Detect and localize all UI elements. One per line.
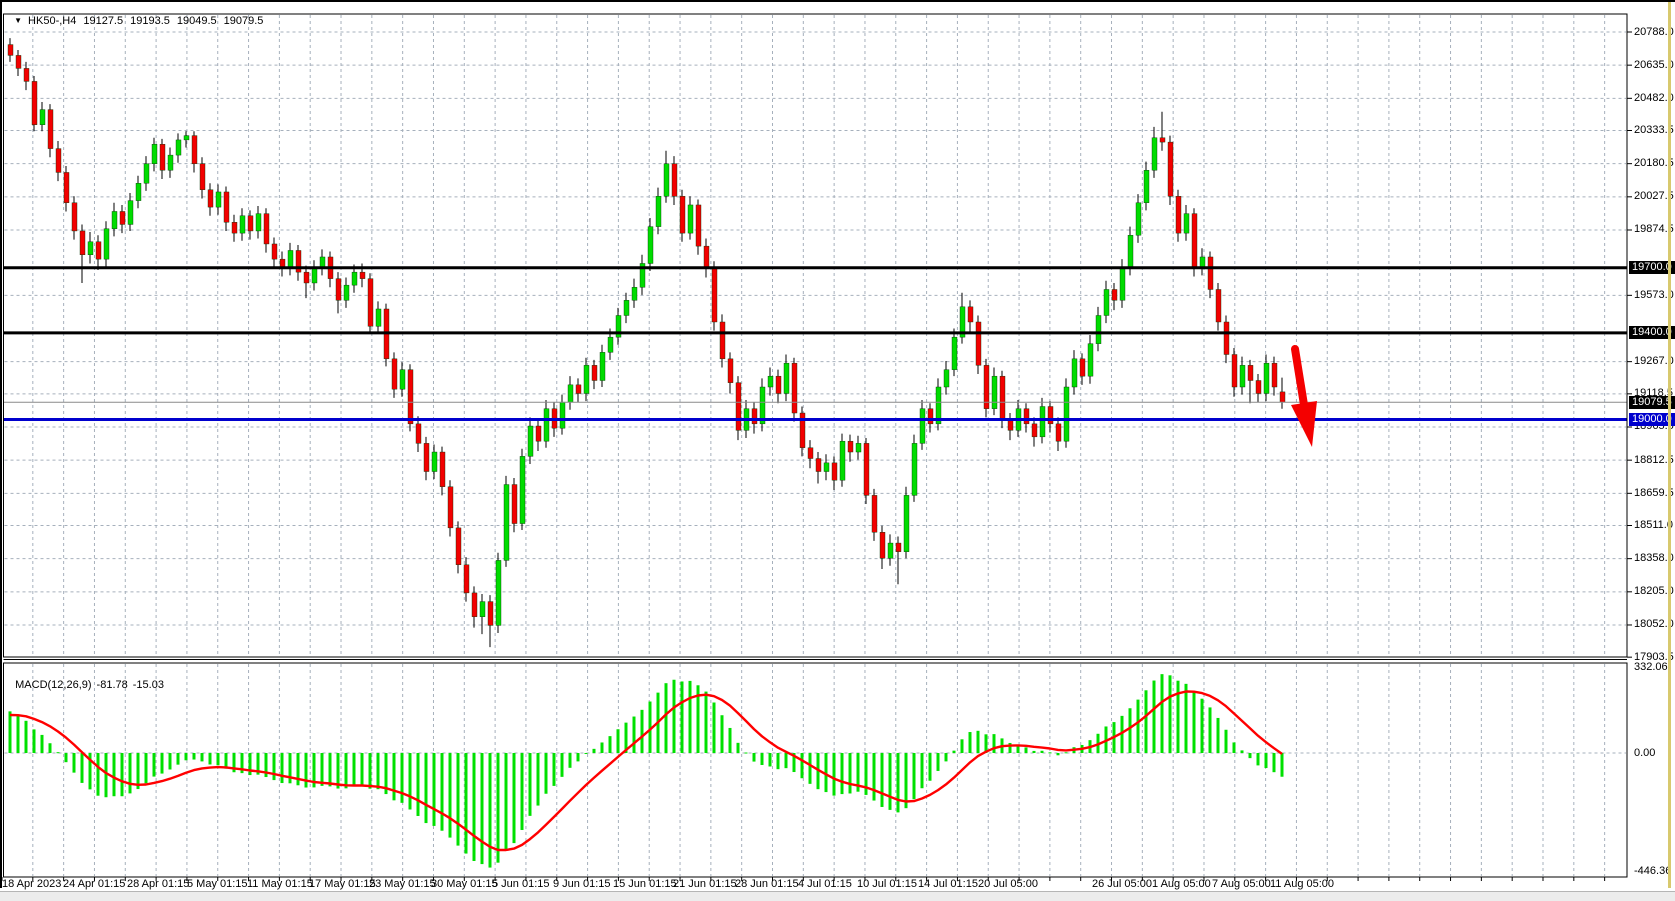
time-axis-label: 4 Jul 01:15 bbox=[798, 878, 852, 890]
time-axis-label: 21 Jun 01:15 bbox=[673, 878, 737, 890]
time-axis-label: 10 Jul 01:15 bbox=[857, 878, 917, 890]
time-axis-label: 26 Jul 05:00 bbox=[1092, 878, 1152, 890]
macd-axis-label: 332.06 bbox=[1634, 662, 1668, 673]
bar-low-value: 19049.5 bbox=[177, 15, 217, 27]
window-edge-strip bbox=[1668, 2, 1671, 888]
time-axis-label: 23 May 01:15 bbox=[369, 878, 436, 890]
time-axis-label: 14 Jul 01:15 bbox=[918, 878, 978, 890]
time-axis-label: 20 Jul 05:00 bbox=[978, 878, 1038, 890]
candlestick-series bbox=[8, 38, 1285, 647]
time-axis-label: 7 Aug 05:00 bbox=[1212, 878, 1271, 890]
macd-indicator-name: MACD(12,26,9) bbox=[15, 679, 91, 691]
macd-axis-label: -446.36 bbox=[1634, 866, 1671, 877]
macd-axis-label: 0.00 bbox=[1634, 748, 1655, 759]
time-axis-label: 11 May 01:15 bbox=[247, 878, 313, 890]
time-axis-label: 24 Apr 01:15 bbox=[63, 878, 125, 890]
bar-high-value: 19193.5 bbox=[130, 15, 170, 27]
time-axis-label: 5 May 01:15 bbox=[187, 878, 248, 890]
time-axis-label: 9 Jun 01:15 bbox=[553, 878, 611, 890]
time-axis-label: 28 Apr 01:15 bbox=[127, 878, 189, 890]
macd-main-value: -81.78 bbox=[97, 679, 128, 691]
macd-signal-value: -15.03 bbox=[133, 679, 164, 691]
symbol-period-label: HK50-,H4 bbox=[28, 15, 76, 27]
time-axis-label: 17 May 01:15 bbox=[309, 878, 376, 890]
time-axis-label: 18 Apr 2023 bbox=[2, 878, 61, 890]
grid-lines bbox=[5, 15, 1627, 876]
time-axis-label: 30 May 01:15 bbox=[431, 878, 498, 890]
time-axis-label: 15 Jun 01:15 bbox=[613, 878, 677, 890]
macd-header: MACD(12,26,9) -81.78 -15.03 bbox=[9, 667, 169, 691]
chevron-down-icon[interactable]: ▼ bbox=[14, 16, 22, 25]
panel-borders bbox=[4, 14, 1628, 877]
time-axis-label: 1 Aug 05:00 bbox=[1152, 878, 1211, 890]
symbol-header: ▼ HK50-,H4 19127.5 19193.5 19049.5 19079.5 bbox=[8, 3, 270, 27]
time-axis-label: 5 Jun 01:15 bbox=[492, 878, 550, 890]
red-down-arrow-annotation[interactable] bbox=[1291, 349, 1317, 447]
chart-canvas[interactable] bbox=[0, 0, 1675, 900]
bar-close-value: 19079.5 bbox=[224, 15, 264, 27]
bar-open-value: 19127.5 bbox=[83, 15, 123, 27]
macd-indicator bbox=[9, 674, 1284, 867]
horizontal-level-lines[interactable] bbox=[4, 268, 1628, 420]
time-axis-label: 11 Aug 05:00 bbox=[1270, 878, 1334, 890]
time-axis-label: 28 Jun 01:15 bbox=[735, 878, 799, 890]
